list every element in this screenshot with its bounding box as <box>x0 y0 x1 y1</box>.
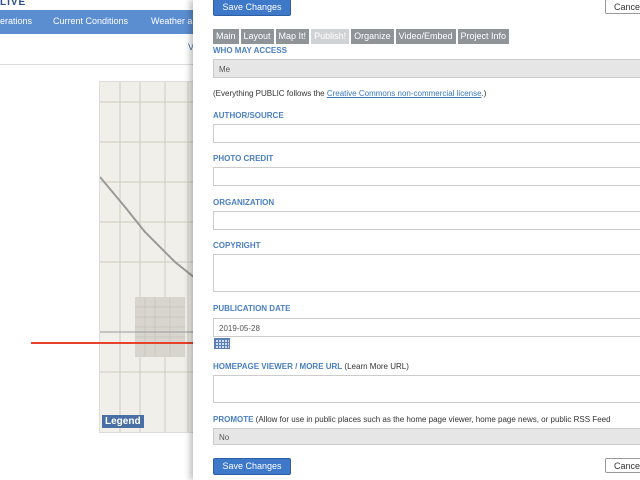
save-button-bottom[interactable]: Save Changes <box>213 458 291 475</box>
homepage-viewer-hint: (Learn More URL) <box>342 362 409 371</box>
red-arrow-icon <box>31 337 211 349</box>
promote-label-text: PROMOTE <box>213 415 254 424</box>
copyright-label: COPYRIGHT <box>213 241 261 250</box>
license-note-prefix: (Everything PUBLIC follows the <box>213 89 327 98</box>
photo-credit-input[interactable] <box>213 167 640 186</box>
tab-project-info[interactable]: Project Info <box>457 29 510 44</box>
cancel-button-top[interactable]: Cance <box>605 0 640 14</box>
tab-main[interactable]: Main <box>213 29 239 44</box>
tab-publish[interactable]: Publish! <box>311 29 350 44</box>
tab-map-it[interactable]: Map It! <box>275 29 310 44</box>
cancel-button-bottom[interactable]: Cance <box>605 458 640 473</box>
photo-credit-label: PHOTO CREDIT <box>213 154 274 163</box>
author-source-label: AUTHOR/SOURCE <box>213 111 284 120</box>
homepage-viewer-label: HOMEPAGE VIEWER / MORE URL (Learn More U… <box>213 362 409 371</box>
organization-input[interactable] <box>213 211 640 230</box>
site-nav: erations Current Conditions Weather a <box>0 10 200 34</box>
promote-label: PROMOTE (Allow for use in public places … <box>213 415 611 424</box>
tab-layout[interactable]: Layout <box>240 29 274 44</box>
license-note: (Everything PUBLIC follows the Creative … <box>213 89 486 98</box>
site-logo: LIVE <box>0 0 27 8</box>
author-source-input[interactable] <box>213 124 640 143</box>
creative-commons-link[interactable]: Creative Commons non-commercial license <box>327 89 482 98</box>
tab-video-embed[interactable]: Video/Embed <box>395 29 456 44</box>
edit-panel: Save Changes Cance Main Layout Map It! P… <box>193 0 640 480</box>
nav-item-operations[interactable]: erations <box>0 16 32 26</box>
publication-date-label: PUBLICATION DATE <box>213 304 291 313</box>
license-note-suffix: .) <box>481 89 487 98</box>
publication-date-input[interactable]: 2019-05-28 <box>213 318 640 337</box>
map-roads <box>100 82 200 432</box>
tab-bar: Main Layout Map It! Publish! Organize Vi… <box>213 29 511 44</box>
calendar-icon[interactable] <box>214 338 230 349</box>
map-legend-button[interactable]: Legend <box>102 415 144 428</box>
promote-hint: (Allow for use in public places such as … <box>253 415 611 424</box>
who-may-access-select[interactable]: Me <box>213 59 640 78</box>
homepage-viewer-label-text: HOMEPAGE VIEWER / MORE URL <box>213 362 343 371</box>
who-may-access-label: WHO MAY ACCESS <box>213 46 287 55</box>
tab-organize[interactable]: Organize <box>351 29 394 44</box>
nav-item-weather[interactable]: Weather a <box>151 16 192 26</box>
save-button-top[interactable]: Save Changes <box>213 0 291 16</box>
nav-item-current-conditions[interactable]: Current Conditions <box>53 16 128 26</box>
promote-select[interactable]: No <box>213 428 640 445</box>
organization-label: ORGANIZATION <box>213 198 275 207</box>
site-subnav: V <box>0 34 200 65</box>
copyright-textarea[interactable] <box>213 254 640 292</box>
homepage-viewer-textarea[interactable] <box>213 375 640 403</box>
map-view[interactable]: Legend <box>99 81 201 433</box>
